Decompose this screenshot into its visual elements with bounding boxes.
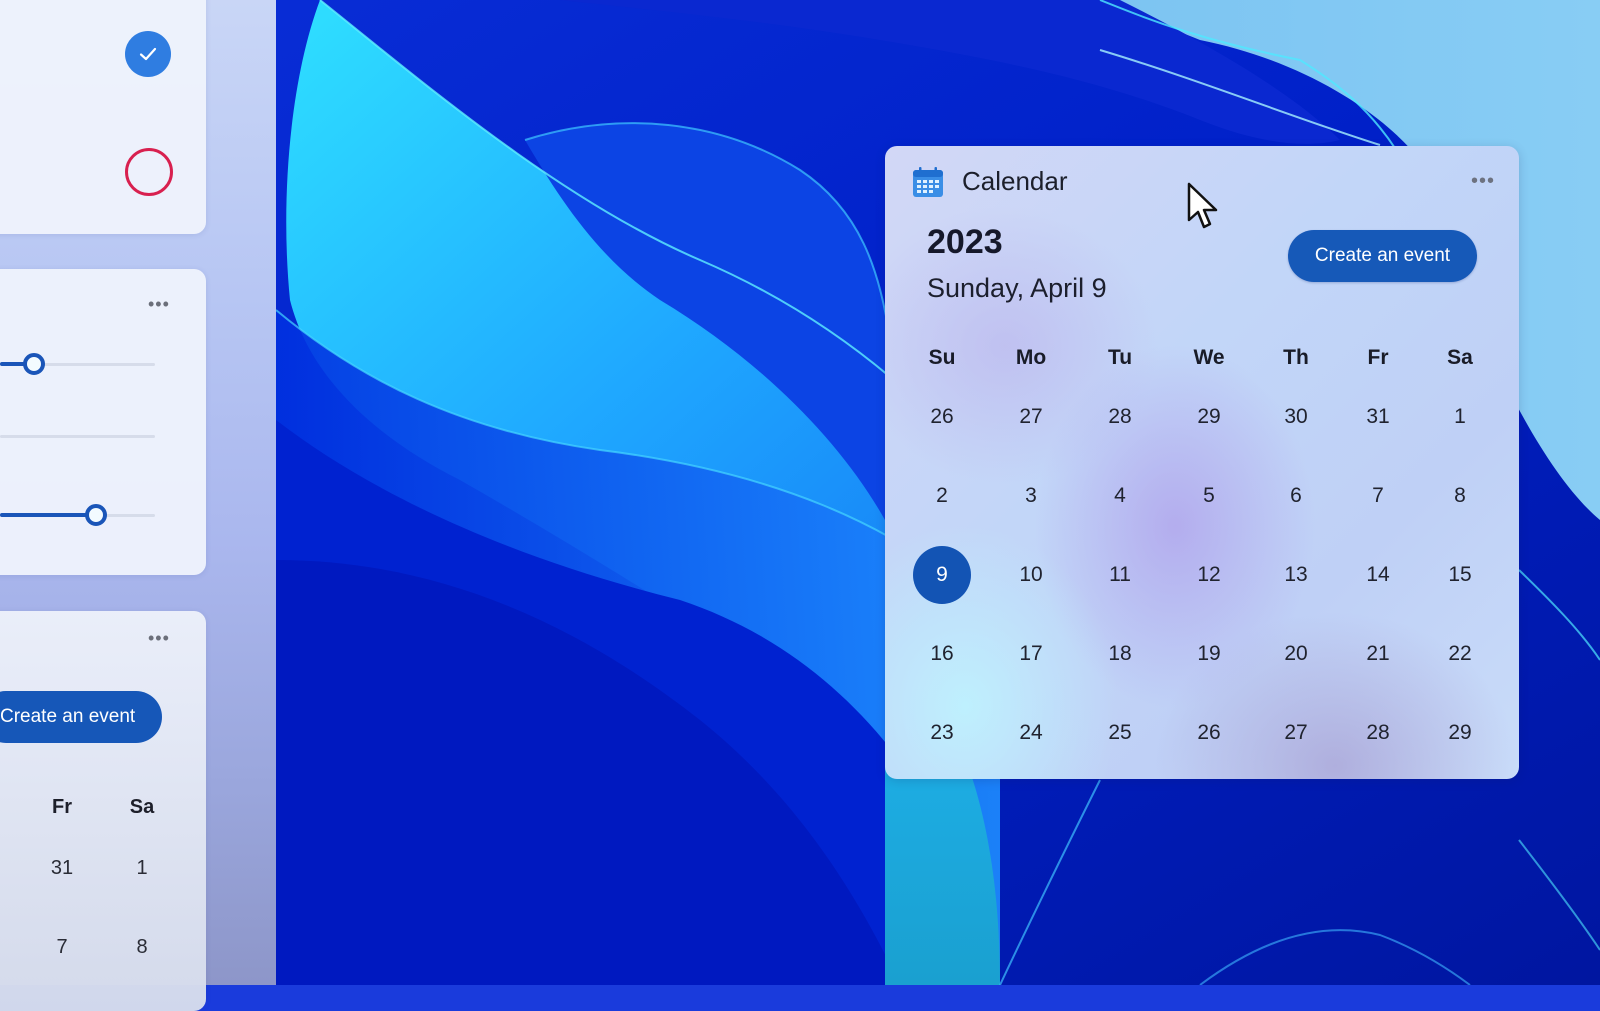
day-cell[interactable]: 21	[1349, 625, 1407, 683]
day-header-we: We	[1193, 346, 1225, 369]
create-event-button[interactable]: Create an event	[0, 691, 162, 743]
day-cell[interactable]: 14	[1349, 546, 1407, 604]
calendar-widget-card-partial: ••• Create an event Fr Sa 31 1 7 8	[0, 611, 206, 1011]
day-cell[interactable]: 31	[42, 857, 82, 880]
day-header-fr: Fr	[1367, 346, 1389, 369]
task-incomplete-checkbox[interactable]	[125, 148, 173, 196]
calendar-widget: Calendar ••• 2023 Sunday, April 9 Create…	[885, 146, 1519, 779]
day-cell[interactable]: 13	[1267, 546, 1325, 604]
slider-thumb[interactable]	[22, 353, 45, 375]
day-cell[interactable]: 10	[1002, 546, 1060, 604]
day-header-th: Th	[1283, 346, 1309, 369]
day-cell[interactable]: 29	[1180, 388, 1238, 446]
day-cell[interactable]: 2	[913, 467, 971, 525]
day-cell[interactable]: 27	[1267, 704, 1325, 762]
day-header-sa: Sa	[129, 796, 155, 818]
mouse-cursor-icon	[1187, 182, 1218, 229]
widgets-panel-left: ••• ••• Create an event Fr Sa 31 1 7 8	[0, 0, 276, 1011]
day-header-su: Su	[928, 346, 956, 369]
slider-2[interactable]	[0, 429, 155, 443]
day-header-mo: Mo	[1015, 346, 1047, 369]
day-cell[interactable]: 17	[1002, 625, 1060, 683]
day-header-tu: Tu	[1107, 346, 1133, 369]
day-cell[interactable]: 26	[913, 388, 971, 446]
day-cell[interactable]: 6	[1267, 467, 1325, 525]
day-cell[interactable]: 28	[1091, 388, 1149, 446]
day-cell[interactable]: 27	[1002, 388, 1060, 446]
day-cell[interactable]: 8	[122, 936, 162, 959]
day-cell[interactable]: 12	[1180, 546, 1238, 604]
task-widget-card	[0, 0, 206, 234]
day-header-sa: Sa	[1447, 346, 1473, 369]
day-header-fr: Fr	[52, 796, 72, 818]
day-cell[interactable]: 4	[1091, 467, 1149, 525]
day-cell[interactable]: 31	[1349, 388, 1407, 446]
day-cell[interactable]: 19	[1180, 625, 1238, 683]
day-cell[interactable]: 11	[1091, 546, 1149, 604]
day-cell[interactable]: 25	[1091, 704, 1149, 762]
day-cell[interactable]: 29	[1431, 704, 1489, 762]
day-cell[interactable]: 1	[1431, 388, 1489, 446]
task-complete-checkbox[interactable]	[125, 31, 171, 77]
more-options-icon[interactable]: •••	[148, 629, 170, 647]
day-cell[interactable]: 26	[1180, 704, 1238, 762]
day-cell[interactable]: 18	[1091, 625, 1149, 683]
day-cell[interactable]: 1	[122, 857, 162, 880]
day-cell[interactable]: 30	[1267, 388, 1325, 446]
day-cell-selected[interactable]: 9	[913, 546, 971, 604]
day-cell[interactable]: 3	[1002, 467, 1060, 525]
sliders-widget-card: •••	[0, 269, 206, 575]
day-cell[interactable]: 5	[1180, 467, 1238, 525]
day-cell[interactable]: 22	[1431, 625, 1489, 683]
year-label: 2023	[927, 223, 1003, 261]
selected-date-label: Sunday, April 9	[927, 273, 1107, 303]
calendar-app-icon	[913, 167, 943, 197]
checkmark-icon	[139, 47, 157, 61]
more-options-icon[interactable]: •••	[148, 295, 170, 313]
day-cell[interactable]: 7	[1349, 467, 1407, 525]
day-cell[interactable]: 24	[1002, 704, 1060, 762]
day-cell[interactable]: 7	[42, 936, 82, 959]
slider-3[interactable]	[0, 504, 155, 526]
day-cell[interactable]: 28	[1349, 704, 1407, 762]
day-cell[interactable]: 15	[1431, 546, 1489, 604]
widget-title: Calendar	[962, 166, 1068, 196]
slider-track	[0, 435, 155, 438]
create-event-button[interactable]: Create an event	[1288, 230, 1477, 282]
day-cell[interactable]: 8	[1431, 467, 1489, 525]
slider-fill	[0, 513, 90, 517]
slider-1[interactable]	[0, 353, 155, 375]
day-cell[interactable]: 16	[913, 625, 971, 683]
more-options-icon[interactable]: •••	[1471, 171, 1495, 191]
day-cell[interactable]: 23	[913, 704, 971, 762]
slider-thumb[interactable]	[84, 504, 107, 526]
day-cell[interactable]: 20	[1267, 625, 1325, 683]
